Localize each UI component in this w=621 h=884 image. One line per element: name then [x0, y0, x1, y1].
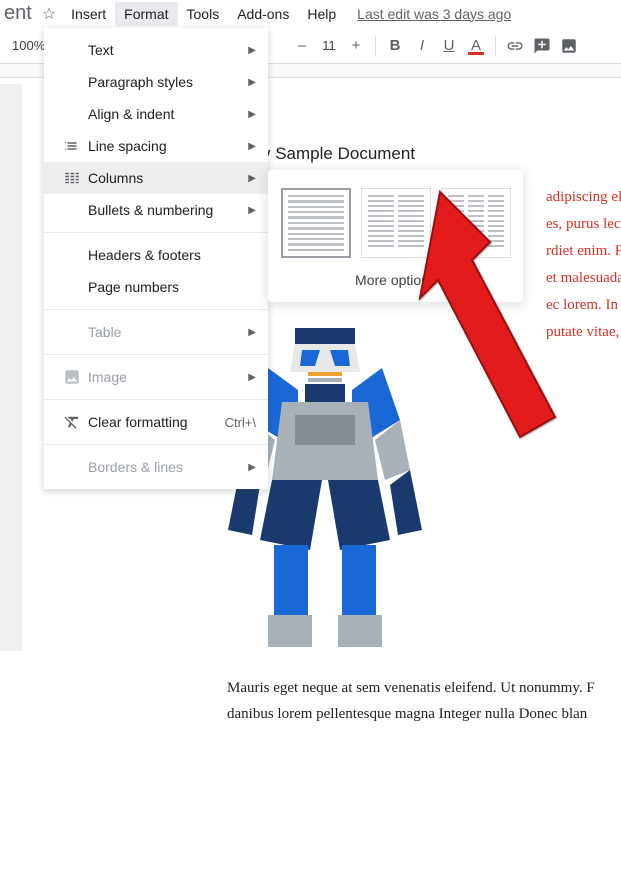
menu-insert[interactable]: Insert — [62, 2, 115, 26]
format-menu-columns[interactable]: Columns▶ — [44, 162, 268, 194]
format-menu-page-numbers[interactable]: Page numbers — [44, 271, 268, 303]
insert-image-button[interactable] — [557, 34, 581, 58]
menu-tools[interactable]: Tools — [178, 2, 229, 26]
format-menu-paragraph-styles[interactable]: Paragraph styles▶ — [44, 66, 268, 98]
document-title: v Sample Document — [262, 144, 415, 164]
format-menu-text[interactable]: Text▶ — [44, 34, 268, 66]
format-menu-line-spacing[interactable]: Line spacing▶ — [44, 130, 268, 162]
columns-submenu: More options — [268, 170, 523, 302]
more-options-button[interactable]: More options — [280, 258, 511, 292]
format-menu-bullets-numbering[interactable]: Bullets & numbering▶ — [44, 194, 268, 226]
font-size-input[interactable]: 11 — [317, 38, 341, 53]
menu-addons[interactable]: Add-ons — [228, 2, 298, 26]
italic-button[interactable]: I — [410, 34, 434, 58]
bold-button[interactable]: B — [383, 34, 407, 58]
columns-option-1[interactable] — [281, 188, 351, 258]
add-comment-button[interactable] — [530, 34, 554, 58]
font-increase-button[interactable]: + — [344, 34, 368, 58]
star-icon[interactable]: ☆ — [42, 4, 56, 24]
format-dropdown: Text▶Paragraph styles▶Align & indent▶Lin… — [44, 28, 268, 489]
font-decrease-button[interactable]: – — [290, 34, 314, 58]
format-menu-table[interactable]: Table▶ — [44, 316, 268, 348]
red-body-text: adipiscing elites, purus lecturdiet enim… — [546, 184, 621, 346]
menu-format[interactable]: Format — [115, 2, 177, 26]
last-edit-link[interactable]: Last edit was 3 days ago — [357, 6, 511, 22]
text-color-button[interactable]: A — [464, 34, 488, 58]
menubar: ent ☆ Insert Format Tools Add-ons Help L… — [0, 0, 621, 28]
menu-help[interactable]: Help — [298, 2, 345, 26]
format-menu-headers-footers[interactable]: Headers & footers — [44, 239, 268, 271]
insert-link-button[interactable] — [503, 34, 527, 58]
columns-option-3[interactable] — [441, 188, 511, 258]
body-text: Mauris eget neque at sem venenatis eleif… — [227, 676, 621, 727]
underline-button[interactable]: U — [437, 34, 461, 58]
doc-name-cutoff: ent — [4, 2, 32, 25]
format-menu-image[interactable]: Image▶ — [44, 361, 268, 393]
columns-option-2[interactable] — [361, 188, 431, 258]
format-menu-align-indent[interactable]: Align & indent▶ — [44, 98, 268, 130]
format-menu-borders-lines[interactable]: Borders & lines▶ — [44, 451, 268, 483]
format-menu-clear-formatting[interactable]: Clear formattingCtrl+\ — [44, 406, 268, 438]
